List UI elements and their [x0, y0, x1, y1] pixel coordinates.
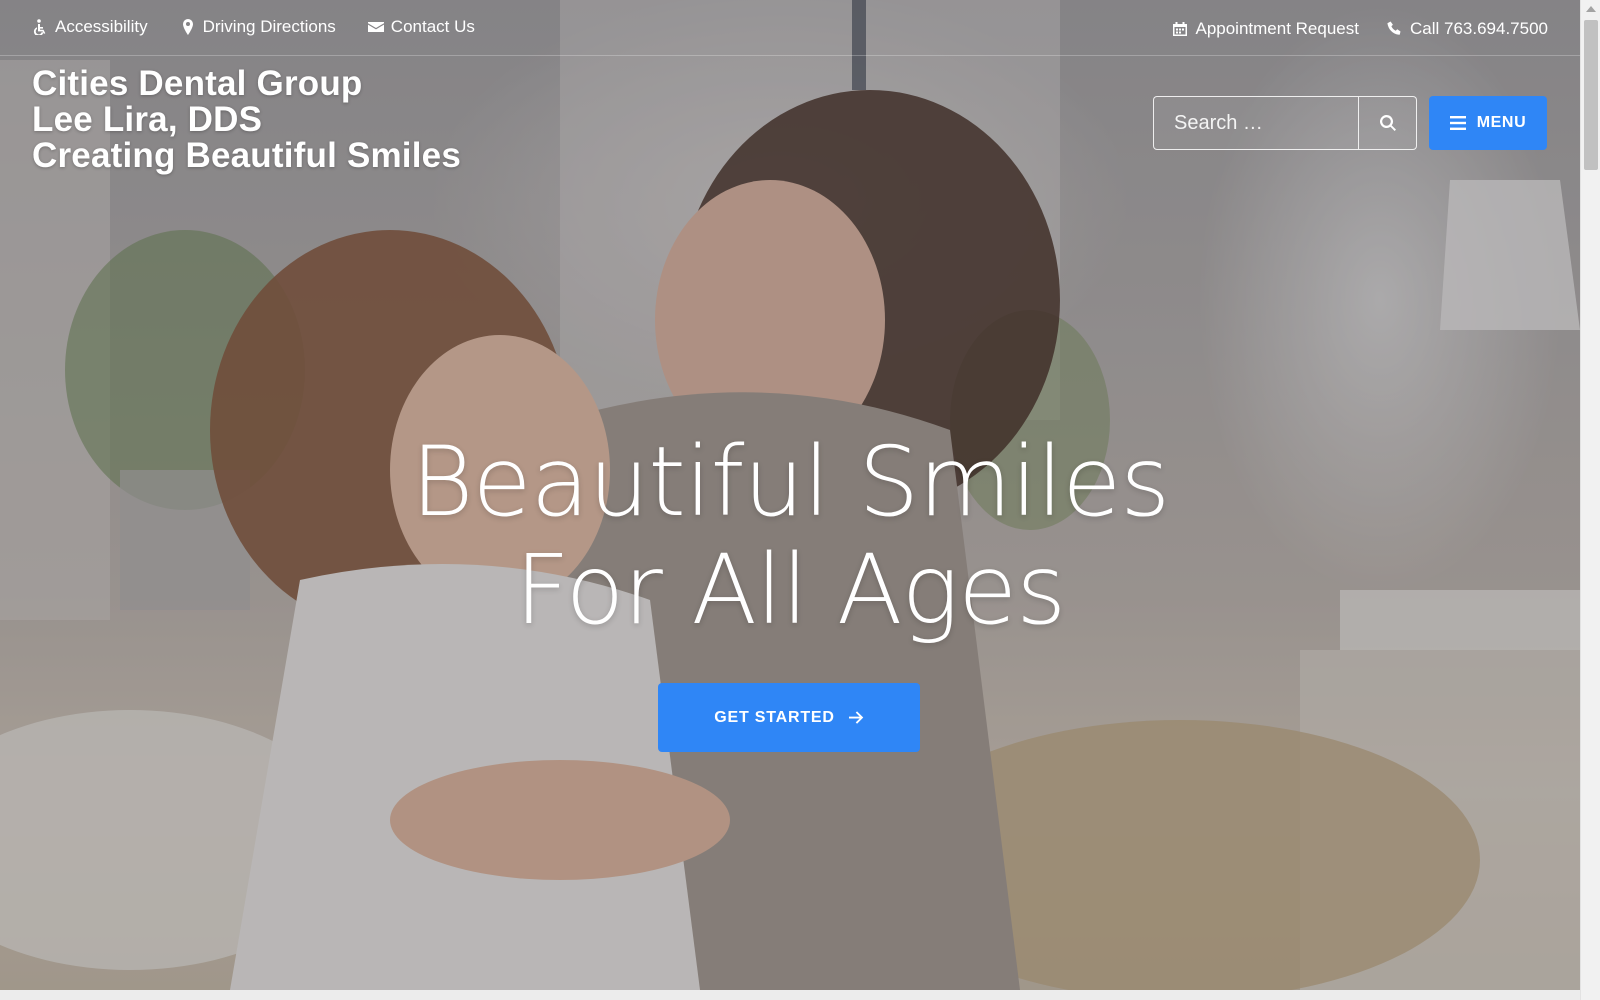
driving-directions-link[interactable]: Driving Directions: [180, 17, 336, 37]
calendar-icon: [1173, 22, 1188, 36]
utility-left-links: Accessibility Driving Directions Contact…: [32, 17, 475, 37]
driving-directions-label: Driving Directions: [202, 17, 336, 36]
tagline: Creating Beautiful Smiles: [32, 136, 461, 175]
call-phone-link[interactable]: Call 763.694.7500: [1387, 19, 1548, 39]
phone-icon: [1387, 21, 1401, 35]
practice-name: Cities Dental Group: [32, 64, 363, 103]
accessibility-label: Accessibility: [55, 17, 148, 36]
search-icon: [1379, 115, 1396, 131]
dentist-name: Lee Lira, DDS: [32, 100, 263, 139]
call-phone-label: Call 763.694.7500: [1409, 19, 1548, 38]
contact-us-link[interactable]: Contact Us: [367, 17, 475, 37]
hero-headline-line2: For All Ages: [514, 534, 1066, 646]
scrollbar-thumb[interactable]: [1584, 20, 1598, 170]
scroll-up-arrow-icon[interactable]: [1586, 6, 1596, 12]
contact-us-label: Contact Us: [390, 17, 475, 36]
vertical-scrollbar[interactable]: [1580, 0, 1600, 1000]
accessibility-link[interactable]: Accessibility: [32, 17, 148, 37]
search-button[interactable]: [1358, 97, 1416, 149]
envelope-icon: [367, 22, 384, 32]
get-started-button[interactable]: GET STARTED: [658, 683, 920, 752]
hero-headline-line1: Beautiful Smiles: [410, 426, 1171, 538]
wheelchair-icon: [33, 19, 46, 35]
utility-bar: Accessibility Driving Directions Contact…: [0, 0, 1580, 56]
hero-headline: Beautiful Smiles For All Ages: [0, 428, 1580, 644]
search-input[interactable]: [1154, 97, 1358, 149]
appointment-request-link[interactable]: Appointment Request: [1172, 19, 1359, 39]
search-form: [1153, 96, 1417, 150]
menu-label: MENU: [1476, 114, 1527, 131]
hamburger-icon: [1449, 116, 1466, 130]
arrow-right-icon: [848, 711, 863, 724]
appointment-request-label: Appointment Request: [1195, 19, 1359, 38]
utility-right-links: Appointment Request Call 763.694.7500: [1172, 19, 1548, 39]
page-bottom-edge: [0, 990, 1580, 1000]
site-brand-link[interactable]: Cities Dental Group Lee Lira, DDS Creati…: [32, 66, 461, 174]
get-started-label: GET STARTED: [714, 708, 835, 726]
menu-button[interactable]: MENU: [1429, 96, 1547, 150]
map-marker-icon: [182, 19, 193, 35]
